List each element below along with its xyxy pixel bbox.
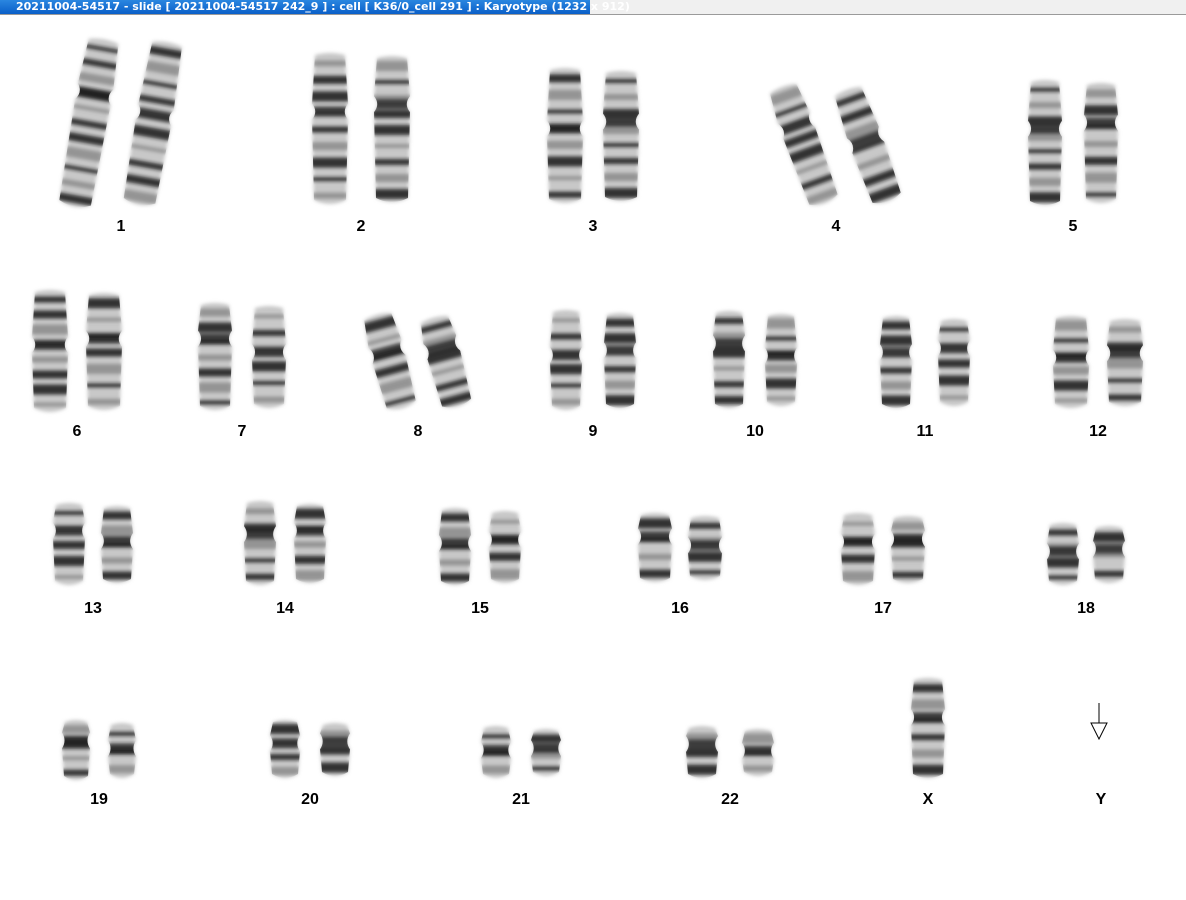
chromosome-6-a bbox=[32, 290, 68, 412]
pair-label-16: 16 bbox=[671, 600, 689, 617]
pair-label-13: 13 bbox=[84, 600, 102, 617]
chromosome-8-a bbox=[360, 312, 419, 410]
chromosome-11-b bbox=[938, 319, 970, 406]
pair-label-15: 15 bbox=[471, 600, 489, 617]
pair-label-22: 22 bbox=[721, 791, 739, 808]
pair-label-4: 4 bbox=[832, 218, 841, 235]
chromosome-10-b bbox=[765, 314, 797, 406]
chromosome-18-b bbox=[1093, 526, 1125, 583]
chromosome-pair-10[interactable]: 10 bbox=[711, 311, 799, 440]
arrow-down-icon bbox=[1090, 703, 1108, 741]
chromosome-12-a bbox=[1053, 316, 1089, 408]
chromosome-1-a bbox=[56, 38, 122, 208]
chromosome-20-b bbox=[320, 723, 350, 776]
pair-label-7: 7 bbox=[238, 423, 247, 440]
chromosome-18-a bbox=[1047, 523, 1079, 585]
chromosome-21-a bbox=[481, 726, 511, 778]
pair-label-x: X bbox=[923, 791, 934, 808]
chromosome-pair-22[interactable]: 22 bbox=[684, 726, 776, 808]
chromosome-6-b bbox=[86, 293, 122, 410]
chromosome-x-a bbox=[911, 678, 945, 778]
window-title: 20211004-54517 - slide [ 20211004-54517 … bbox=[16, 0, 630, 13]
chromosome-13-b bbox=[101, 506, 133, 583]
titlebar-active-region: 20211004-54517 - slide [ 20211004-54517 … bbox=[0, 0, 630, 14]
chromosome-pair-16[interactable]: 16 bbox=[636, 513, 724, 617]
chromosome-pair-18[interactable]: 18 bbox=[1045, 523, 1127, 617]
pair-label-5: 5 bbox=[1069, 218, 1078, 235]
chromosome-14-b bbox=[294, 504, 326, 583]
chromosome-16-a bbox=[638, 513, 672, 582]
chromosome-1-b bbox=[121, 41, 186, 206]
chromosome-pair-21[interactable]: 21 bbox=[479, 726, 563, 808]
chromosome-pair-7[interactable]: 7 bbox=[196, 303, 288, 440]
chromosome-11-a bbox=[880, 316, 912, 408]
chromosome-pair-8[interactable]: 8 bbox=[359, 310, 476, 440]
chromosome-2-b bbox=[374, 56, 410, 202]
chromosome-pair-y[interactable]: Y bbox=[1090, 703, 1108, 808]
chromosome-14-a bbox=[244, 501, 276, 585]
pair-label-6: 6 bbox=[73, 423, 82, 440]
chromosome-21-b bbox=[531, 729, 561, 776]
pair-label-11: 11 bbox=[917, 423, 934, 440]
chromosome-5-a bbox=[1028, 80, 1062, 205]
chromosome-16-b bbox=[688, 516, 722, 580]
chromosome-17-b bbox=[891, 516, 925, 583]
chromosome-pair-2[interactable]: 2 bbox=[310, 53, 412, 235]
chromosome-7-a bbox=[198, 303, 232, 410]
window-titlebar[interactable]: 20211004-54517 - slide [ 20211004-54517 … bbox=[0, 0, 1186, 15]
chromosome-pair-19[interactable]: 19 bbox=[60, 720, 138, 808]
chromosome-3-b bbox=[603, 71, 639, 201]
pair-label-1: 1 bbox=[117, 218, 126, 235]
pair-label-2: 2 bbox=[357, 218, 366, 235]
chromosome-10-a bbox=[713, 311, 745, 408]
chromosome-7-b bbox=[252, 306, 286, 408]
pair-label-17: 17 bbox=[874, 600, 892, 617]
chromosome-19-b bbox=[108, 723, 136, 778]
pair-label-y: Y bbox=[1096, 791, 1107, 808]
chromosome-9-a bbox=[550, 310, 582, 410]
pair-label-20: 20 bbox=[301, 791, 319, 808]
chromosome-3-a bbox=[547, 68, 583, 203]
chromosome-12-b bbox=[1107, 319, 1143, 406]
chromosome-pair-20[interactable]: 20 bbox=[268, 720, 352, 808]
chromosome-pair-x[interactable]: X bbox=[909, 678, 947, 808]
chromosome-pair-17[interactable]: 17 bbox=[839, 513, 927, 617]
chromosome-pair-1[interactable]: 1 bbox=[55, 36, 187, 235]
chromosome-2-a bbox=[312, 53, 348, 204]
chromosome-22-b bbox=[742, 729, 774, 776]
chromosome-4-a bbox=[766, 83, 841, 207]
chromosome-9-b bbox=[604, 313, 636, 408]
chromosome-20-a bbox=[270, 720, 300, 778]
pair-label-21: 21 bbox=[512, 791, 530, 808]
chromosome-pair-11[interactable]: 11 bbox=[878, 316, 972, 440]
chromosome-pair-15[interactable]: 15 bbox=[437, 508, 523, 617]
chromosome-pair-14[interactable]: 14 bbox=[242, 501, 328, 617]
chromosome-8-b bbox=[417, 315, 475, 409]
chromosome-pair-12[interactable]: 12 bbox=[1051, 316, 1145, 440]
karyogram-canvas: 1 2 3 4 56 7 8 9 10 11 1213 14 15 16 17 1819 20 21 22 X Y bbox=[30, 36, 1145, 808]
chromosome-13-a bbox=[53, 503, 85, 585]
chromosome-15-b bbox=[489, 511, 521, 583]
chromosome-5-b bbox=[1084, 83, 1118, 203]
chromosome-pair-5[interactable]: 5 bbox=[1026, 80, 1120, 235]
chromosome-pair-9[interactable]: 9 bbox=[548, 310, 638, 440]
pair-label-19: 19 bbox=[90, 791, 108, 808]
chromosome-pair-4[interactable]: 4 bbox=[765, 80, 906, 235]
pair-label-3: 3 bbox=[589, 218, 598, 235]
chromosome-22-a bbox=[686, 726, 718, 778]
chromosome-4-b bbox=[831, 86, 904, 205]
chromosome-pair-13[interactable]: 13 bbox=[51, 503, 135, 617]
chromosome-15-a bbox=[439, 508, 471, 585]
chromosome-pair-6[interactable]: 6 bbox=[30, 290, 124, 440]
chromosome-pairs: 1 2 3 4 56 7 8 9 10 11 1213 14 15 16 17 1819 20 21 22 X Y bbox=[30, 36, 1145, 808]
pair-label-8: 8 bbox=[414, 423, 423, 440]
pair-label-12: 12 bbox=[1089, 423, 1107, 440]
chromosome-pair-3[interactable]: 3 bbox=[545, 68, 641, 235]
chromosome-19-a bbox=[62, 720, 90, 780]
chromosome-17-a bbox=[841, 513, 875, 585]
pair-label-9: 9 bbox=[589, 423, 598, 440]
pair-label-14: 14 bbox=[276, 600, 294, 617]
pair-label-10: 10 bbox=[746, 423, 764, 440]
pair-label-18: 18 bbox=[1077, 600, 1095, 617]
